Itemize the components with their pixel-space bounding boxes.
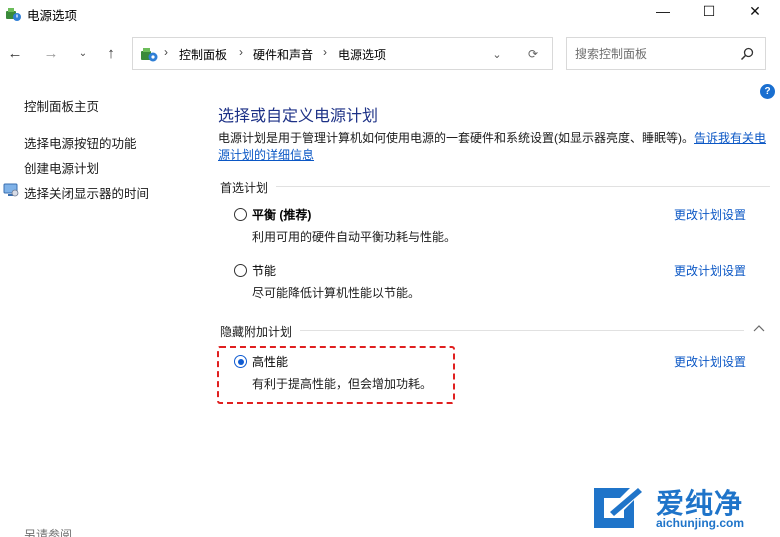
breadcrumb-separator: › [239, 45, 243, 59]
search-box[interactable] [566, 37, 766, 70]
address-dropdown-button[interactable]: ⌄ [487, 44, 507, 64]
chevron-down-icon: ⌄ [492, 48, 502, 61]
watermark-url: aichunjing.com [656, 516, 745, 530]
arrow-up-icon: ↑ [107, 44, 115, 62]
breadcrumb-hardware-sound[interactable]: 硬件和声音 [253, 46, 313, 63]
breadcrumb-separator: › [164, 45, 168, 59]
breadcrumb-separator: › [323, 45, 327, 59]
up-button[interactable]: ↑ [100, 42, 122, 64]
control-panel-home-link[interactable]: 控制面板主页 [24, 96, 99, 115]
watermark-logo-icon [594, 488, 642, 528]
hidden-plans-header: 隐藏附加计划 [220, 325, 293, 339]
chevron-down-icon: ⌄ [78, 47, 88, 59]
help-icon[interactable]: ? [760, 84, 775, 99]
highlight-annotation-box [217, 346, 455, 404]
group-divider [300, 330, 744, 331]
see-also-label: 另请参阅 [24, 528, 73, 537]
back-button[interactable]: ← [4, 42, 26, 64]
close-icon: ✕ [749, 2, 761, 19]
maximize-button[interactable]: ☐ [686, 0, 732, 22]
breadcrumb-control-panel[interactable]: 控制面板 [179, 46, 227, 63]
plan-power-saver-name[interactable]: 节能 [252, 262, 276, 279]
recent-locations-button[interactable]: ⌄ [72, 42, 94, 64]
arrow-left-icon: ← [7, 44, 23, 62]
minimize-button[interactable]: — [640, 0, 686, 22]
plan-balanced-title: 平衡 [252, 208, 277, 222]
close-button[interactable]: ✕ [732, 0, 778, 22]
page-description: 电源计划是用于管理计算机如何使用电源的一套硬件和系统设置(如显示器亮度、睡眠等)… [218, 130, 770, 164]
maximize-icon: ☐ [702, 2, 716, 19]
plan-balanced-name[interactable]: 平衡 (推荐) [252, 206, 311, 223]
refresh-button[interactable]: ⟳ [523, 44, 543, 64]
search-icon[interactable] [739, 46, 755, 62]
help-glyph: ? [764, 86, 771, 97]
control-panel-icon [141, 48, 158, 62]
window-title: 电源选项 [27, 9, 78, 23]
choose-power-button-link[interactable]: 选择电源按钮的功能 [24, 133, 137, 152]
page-title: 选择或自定义电源计划 [218, 108, 379, 125]
group-divider [276, 186, 770, 187]
power-options-icon [6, 8, 21, 21]
plan-high-performance-change-link[interactable]: 更改计划设置 [674, 353, 746, 370]
title-bar: 电源选项 — ☐ ✕ [0, 0, 780, 30]
plan-balanced-tag: (推荐) [279, 208, 312, 222]
minimize-icon: — [656, 3, 670, 19]
address-bar[interactable]: › 控制面板 › 硬件和声音 › 电源选项 ⌄ ⟳ [132, 37, 553, 70]
plan-balanced-desc: 利用可用的硬件自动平衡功耗与性能。 [252, 230, 457, 244]
description-text: 电源计划是用于管理计算机如何使用电源的一套硬件和系统设置(如显示器亮度、睡眠等)… [218, 131, 694, 145]
plan-power-saver-radio[interactable] [234, 264, 247, 277]
plan-power-saver-desc: 尽可能降低计算机性能以节能。 [252, 286, 421, 300]
forward-button[interactable]: → [40, 42, 62, 64]
preferred-plans-header: 首选计划 [220, 181, 269, 195]
refresh-icon: ⟳ [527, 47, 539, 61]
plan-balanced-change-link[interactable]: 更改计划设置 [674, 206, 746, 223]
chevron-up-icon[interactable] [752, 322, 766, 334]
breadcrumb-power-options[interactable]: 电源选项 [338, 46, 386, 63]
monitor-icon [3, 183, 19, 197]
display-off-time-link[interactable]: 选择关闭显示器的时间 [24, 183, 149, 202]
plan-power-saver-change-link[interactable]: 更改计划设置 [674, 262, 746, 279]
plan-balanced-radio[interactable] [234, 208, 247, 221]
create-power-plan-link[interactable]: 创建电源计划 [24, 158, 99, 177]
arrow-right-icon: → [43, 44, 59, 62]
search-input[interactable] [575, 46, 735, 62]
